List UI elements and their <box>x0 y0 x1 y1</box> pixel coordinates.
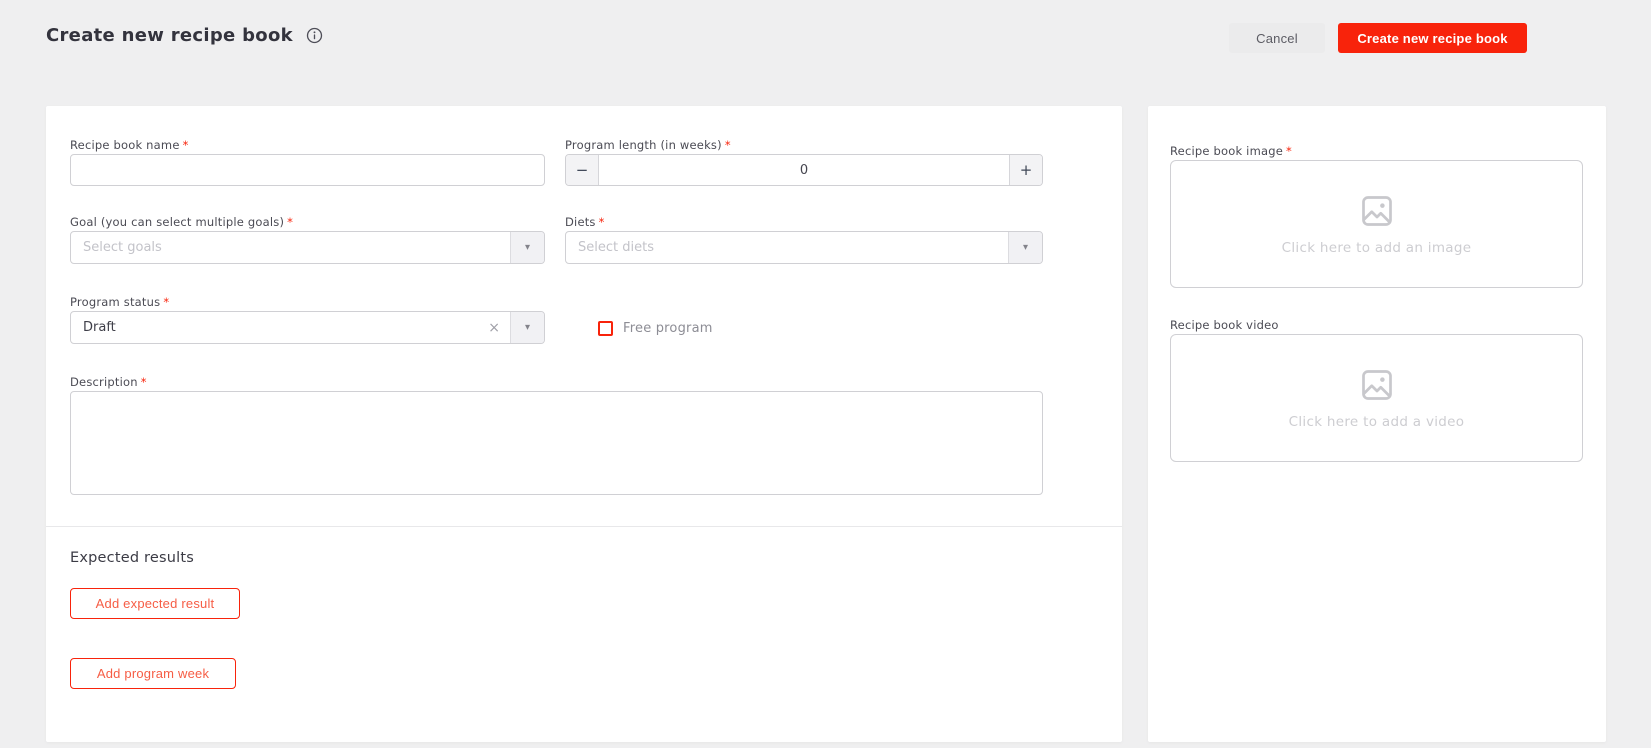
expected-results-heading: Expected results <box>70 550 195 566</box>
add-program-week-button[interactable]: Add program week <box>70 658 236 689</box>
goal-select[interactable]: Select goals ▾ <box>70 231 545 264</box>
program-length-value[interactable]: 0 <box>599 155 1009 185</box>
stepper-increment-button[interactable]: + <box>1009 155 1042 185</box>
program-length-stepper: − 0 + <box>565 154 1043 186</box>
create-recipe-book-page: Create new recipe book Cancel Create new… <box>0 0 1651 748</box>
diets-select-placeholder: Select diets <box>578 240 654 255</box>
description-label: Description * <box>70 375 147 389</box>
free-program-field: Free program <box>598 321 713 336</box>
goal-select-placeholder: Select goals <box>83 240 162 255</box>
recipe-book-name-label: Recipe book name * <box>70 138 189 152</box>
page-header: Create new recipe book <box>46 25 323 46</box>
page-title: Create new recipe book <box>46 25 293 46</box>
image-dropzone-hint: Click here to add an image <box>1281 239 1472 256</box>
clear-icon[interactable]: × <box>478 320 510 336</box>
diets-select[interactable]: Select diets ▾ <box>565 231 1043 264</box>
goal-label: Goal (you can select multiple goals) * <box>70 215 294 229</box>
description-textarea[interactable] <box>70 391 1043 495</box>
free-program-label: Free program <box>623 321 713 336</box>
section-divider <box>46 526 1122 527</box>
image-upload-dropzone[interactable]: Click here to add an image <box>1170 160 1583 288</box>
add-expected-result-button[interactable]: Add expected result <box>70 588 240 619</box>
create-recipe-book-button[interactable]: Create new recipe book <box>1338 23 1527 53</box>
info-icon[interactable] <box>306 27 323 44</box>
chevron-down-icon[interactable]: ▾ <box>1008 232 1042 263</box>
video-dropzone-hint: Click here to add a video <box>1288 413 1465 430</box>
program-length-label: Program length (in weeks) * <box>565 138 731 152</box>
chevron-down-icon[interactable]: ▾ <box>510 232 544 263</box>
free-program-checkbox[interactable] <box>598 321 613 336</box>
diets-label: Diets * <box>565 215 605 229</box>
recipe-book-video-label: Recipe book video <box>1170 318 1279 332</box>
program-status-value: Draft <box>83 320 116 335</box>
recipe-book-name-input[interactable] <box>70 154 545 186</box>
image-placeholder-icon <box>1361 195 1392 226</box>
image-placeholder-icon <box>1361 369 1392 400</box>
recipe-form-card: Recipe book name * Program length (in wee… <box>46 106 1122 742</box>
recipe-book-image-label: Recipe book image * <box>1170 144 1292 158</box>
program-status-label: Program status * <box>70 295 170 309</box>
stepper-decrement-button[interactable]: − <box>566 155 599 185</box>
recipe-media-card: Recipe book image * Click here to add an … <box>1148 106 1606 742</box>
video-upload-dropzone[interactable]: Click here to add a video <box>1170 334 1583 462</box>
chevron-down-icon[interactable]: ▾ <box>510 312 544 343</box>
cancel-button[interactable]: Cancel <box>1229 23 1325 53</box>
program-status-select[interactable]: Draft × ▾ <box>70 311 545 344</box>
